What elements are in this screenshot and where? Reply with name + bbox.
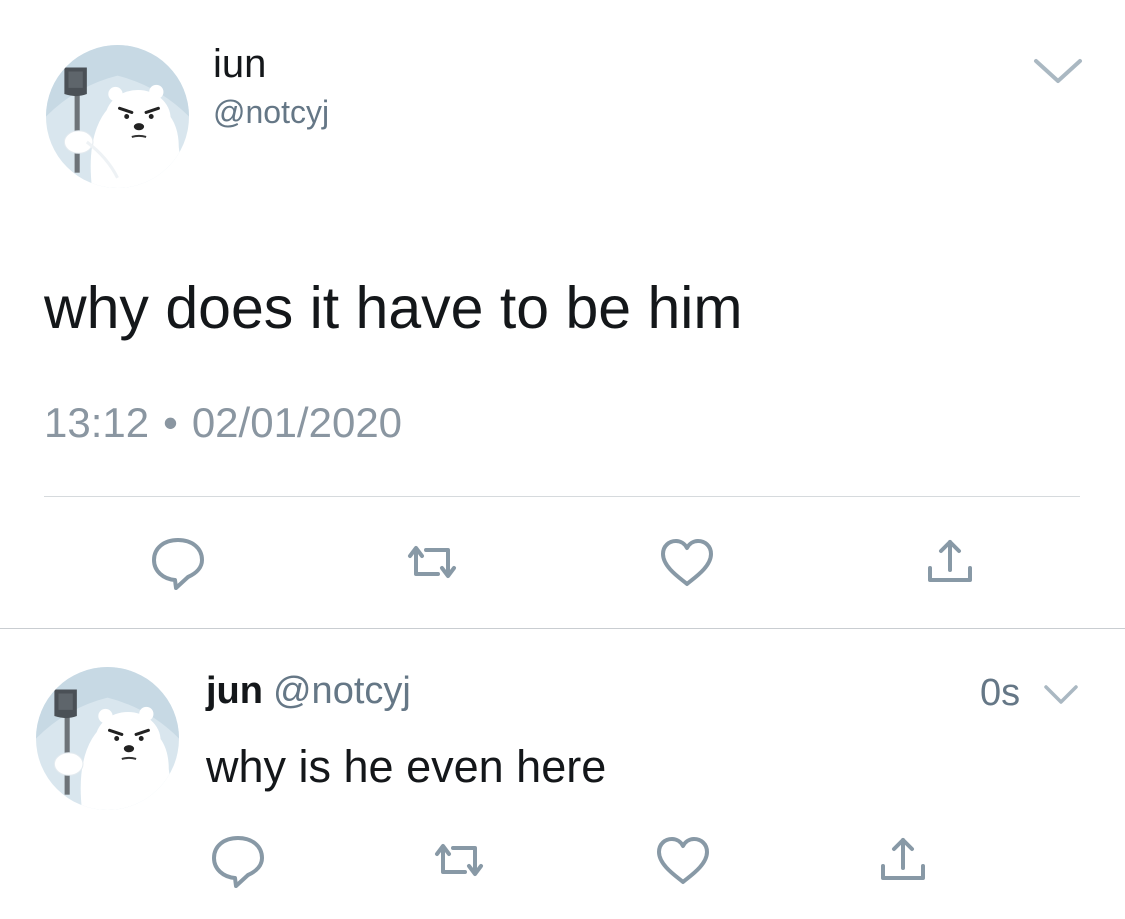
tweet-time: 13:12 — [44, 399, 150, 446]
reply-author-avatar[interactable] — [36, 667, 179, 810]
reply-header: jun @notcyj — [206, 668, 411, 714]
polar-bear-avatar-image — [36, 667, 179, 810]
reply-display-name[interactable]: jun — [206, 670, 263, 712]
reply-icon[interactable] — [146, 530, 210, 594]
chevron-down-icon[interactable] — [1043, 683, 1079, 707]
author-avatar[interactable] — [46, 45, 189, 188]
like-icon[interactable] — [651, 828, 715, 892]
share-icon[interactable] — [871, 828, 935, 892]
reply-handle[interactable]: @notcyj — [273, 670, 411, 712]
polar-bear-avatar-image — [46, 45, 189, 188]
divider — [44, 496, 1080, 497]
like-icon[interactable] — [655, 530, 719, 594]
chevron-down-icon[interactable] — [1032, 55, 1084, 87]
share-icon[interactable] — [918, 530, 982, 594]
divider — [0, 628, 1125, 629]
retweet-icon[interactable] — [427, 828, 491, 892]
tweet-timestamp[interactable]: 13:12 • 02/01/2020 — [44, 398, 402, 448]
reply-text: why is he even here — [206, 741, 607, 792]
author-display-name[interactable]: iun — [213, 40, 266, 88]
tweet-date: 02/01/2020 — [191, 399, 403, 446]
reply-icon[interactable] — [206, 828, 270, 892]
meta-separator: • — [163, 399, 178, 446]
author-handle[interactable]: @notcyj — [213, 92, 329, 132]
tweet-text: why does it have to be him — [44, 275, 743, 341]
retweet-icon[interactable] — [400, 530, 464, 594]
reply-timestamp[interactable]: 0s — [980, 670, 1020, 716]
